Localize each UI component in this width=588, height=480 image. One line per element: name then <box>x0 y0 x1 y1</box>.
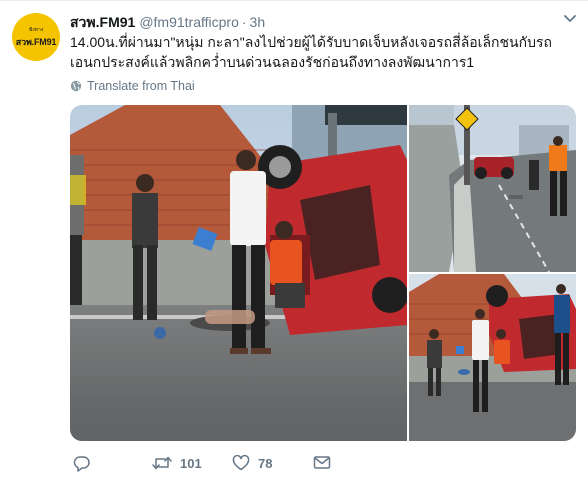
tweet-timestamp[interactable]: 3h <box>250 14 266 30</box>
globe-icon <box>70 80 82 92</box>
like-button[interactable]: 78 <box>232 455 272 471</box>
avatar-top-text: ฟังทาง <box>28 26 44 33</box>
tweet-card[interactable]: ฟังทาง สวพ.FM91 สวพ.FM91 @fm91trafficpro… <box>0 0 588 480</box>
user-handle[interactable]: @fm91trafficpro <box>139 14 239 30</box>
avatar[interactable]: ฟังทาง สวพ.FM91 <box>12 13 60 61</box>
translate-link[interactable]: Translate from Thai <box>70 78 195 94</box>
like-icon <box>232 455 250 471</box>
tweet-text-line: 14.00น.ที่ผ่านมา"หนุ่ม กะลา"ลงไปช่วยผู้ไ… <box>70 34 552 50</box>
photo-accident-main[interactable] <box>70 105 407 441</box>
retweet-icon <box>152 456 172 470</box>
tweet-text-line: เอนกประสงค์แล้วพลิกคว่ำบนด่วนฉลองรัชก่อน… <box>70 54 475 70</box>
chevron-down-icon[interactable] <box>563 14 577 24</box>
tweet-actions: 101 78 <box>70 455 370 473</box>
reply-icon <box>73 456 90 472</box>
tweet-header: สวพ.FM91 @fm91trafficpro · 3h <box>70 12 265 30</box>
direct-message-button[interactable] <box>313 455 331 470</box>
retweet-count: 101 <box>180 455 202 471</box>
avatar-logo-text: สวพ.FM91 <box>15 36 57 47</box>
reply-button[interactable] <box>73 455 99 472</box>
photo-accident-wide[interactable] <box>409 274 576 441</box>
photo-overpass-scene[interactable] <box>409 105 576 272</box>
like-count: 78 <box>258 455 273 471</box>
media-grid[interactable] <box>70 105 576 441</box>
direct-message-icon <box>313 456 331 469</box>
header-separator: · <box>241 14 247 30</box>
display-name[interactable]: สวพ.FM91 <box>70 12 135 34</box>
retweet-button[interactable]: 101 <box>152 455 202 471</box>
tweet-text: 14.00น.ที่ผ่านมา"หนุ่ม กะลา"ลงไปช่วยผู้ไ… <box>70 32 570 72</box>
translate-label: Translate from Thai <box>87 79 195 93</box>
